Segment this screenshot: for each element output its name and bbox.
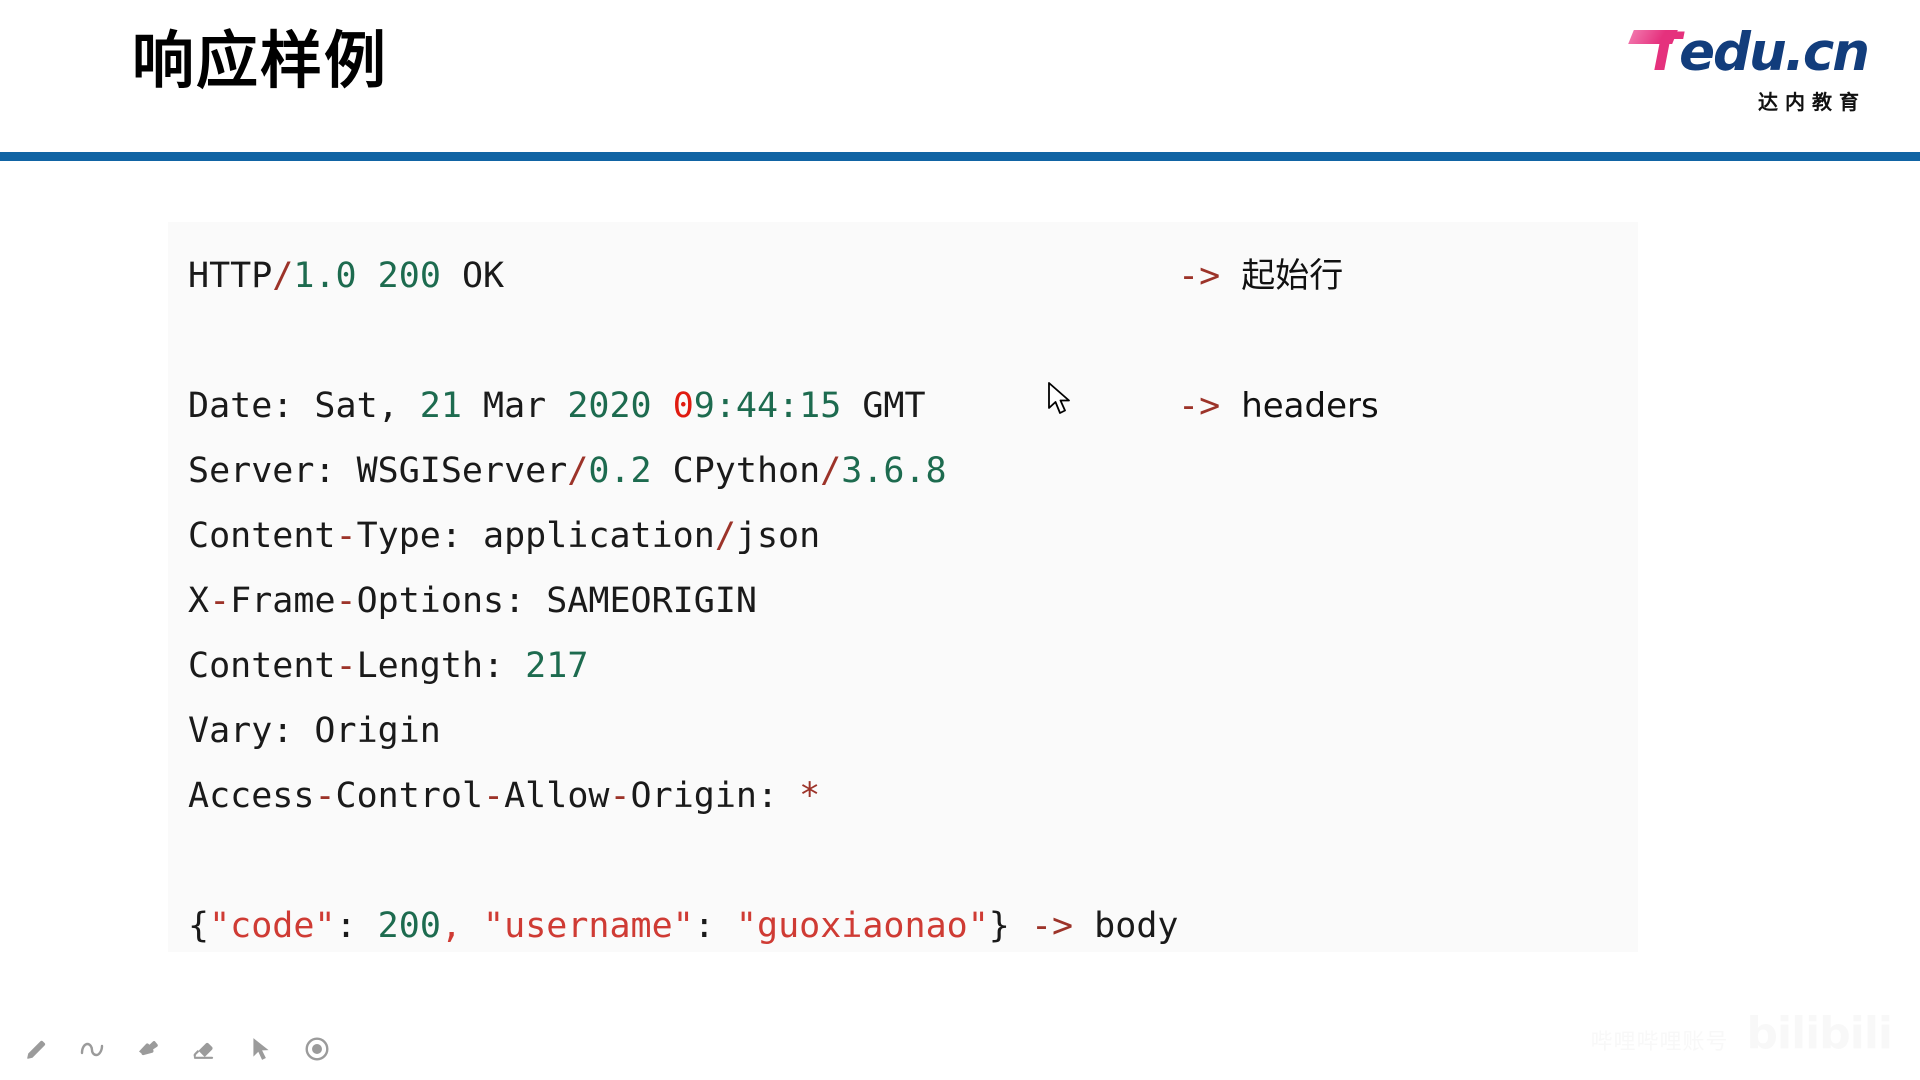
code-token: Mar (461, 386, 568, 426)
code-token: Options: SAMEORIGIN (356, 581, 757, 621)
code-token: / (272, 256, 294, 296)
brand-subtitle: 达内教育 (1758, 90, 1866, 114)
annotation-header-date: -> headers (1178, 374, 1379, 439)
code-token: - (335, 581, 357, 621)
code-line-header-date: Date: Sat, 21 Mar 2020 09:44:15 GMT -> he… (178, 374, 1638, 439)
code-token: 200 (377, 256, 441, 296)
annotation-arrow: -> (1178, 386, 1242, 426)
code-line-header-content-length: Content-Length: 217 (178, 634, 1638, 699)
code-line-header-x-frame-options: X-Frame-Options: SAMEORIGIN (178, 569, 1638, 634)
code-line-blank-1 (178, 309, 1638, 374)
code-token: : (693, 906, 736, 946)
code-line-header-content-type: Content-Type: application/json (178, 504, 1638, 569)
code-line-header-server: Server: WSGIServer/0.2 CPython/3.6.8 (178, 439, 1638, 504)
pointer-icon[interactable] (244, 1032, 278, 1066)
code-token: / (714, 516, 736, 556)
code-token: Length: (356, 646, 526, 686)
brand-wordmark: Tedu.cn (1644, 22, 1870, 83)
code-token: HTTP (188, 256, 273, 296)
record-icon[interactable] (300, 1032, 334, 1066)
code-token: Control (335, 776, 484, 816)
code-token: CPython (651, 451, 821, 491)
code-token: - (609, 776, 631, 816)
response-example-code-panel: HTTP/1.0 200 OK -> 起始行 Date: Sat, 21 Mar 2… (168, 222, 1638, 952)
header-divider-rule (0, 152, 1920, 161)
code-token: X (188, 581, 210, 621)
code-line-status-line: HTTP/1.0 200 OK -> 起始行 (178, 244, 1638, 309)
code-token: "code" (209, 906, 336, 946)
watermark-uid: 哔哩哔哩账号 (1590, 1030, 1729, 1055)
brand-logo-rest: edu.cn (1679, 22, 1870, 83)
code-token: Content (188, 646, 336, 686)
watermark-logo: bilibili (1746, 1008, 1893, 1059)
code-token: 0 (672, 386, 694, 426)
code-token: - (209, 581, 231, 621)
code-token: - (314, 776, 336, 816)
code-token: Server: WSGIServer (188, 451, 568, 491)
code-line-body-json: {"code": 200, "username": "guoxiaonao"} … (178, 894, 1638, 959)
code-token: -> (1030, 906, 1074, 946)
code-token: Date: Sat, (188, 386, 420, 426)
code-line-header-access-control-allow-origin: Access-Control-Allow-Origin: * (178, 764, 1638, 829)
code-token: body (1073, 906, 1179, 946)
annotation-label: 起始行 (1241, 256, 1344, 296)
pencil-icon[interactable] (20, 1032, 54, 1066)
code-token: "guoxiaonao" (735, 906, 989, 946)
code-token: Content (188, 516, 336, 556)
slide-header: 响应样例 Tedu.cn 达内教育 (0, 0, 1920, 155)
code-token: 217 (525, 646, 589, 686)
code-token: - (335, 646, 357, 686)
code-token: 9:44:15 (693, 386, 842, 426)
code-token: 200 (377, 906, 441, 946)
code-token: / (567, 451, 589, 491)
code-token: Origin: (630, 776, 800, 816)
code-token: * (799, 776, 821, 816)
code-token: 0.2 (588, 451, 652, 491)
code-token: Vary: Origin (188, 711, 441, 751)
code-token: : (335, 906, 378, 946)
code-token: - (483, 776, 505, 816)
page-title: 响应样例 (132, 24, 389, 97)
annotation-toolbar[interactable] (10, 1026, 344, 1072)
brand-logo-t: T (1644, 22, 1681, 83)
code-token: Allow (504, 776, 610, 816)
eraser-icon[interactable] (188, 1032, 222, 1066)
annotation-status-line: -> 起始行 (1178, 244, 1343, 309)
code-token: "username" (483, 906, 694, 946)
curve-icon[interactable] (76, 1032, 110, 1066)
code-token: - (335, 516, 357, 556)
bilibili-watermark: 哔哩哔哩账号 bilibili (1590, 1008, 1894, 1059)
annotation-arrow: -> (1178, 256, 1242, 296)
code-token: OK (440, 256, 505, 296)
code-token: / (820, 451, 842, 491)
code-token: GMT (841, 386, 926, 426)
highlighter-icon[interactable] (132, 1032, 166, 1066)
code-token: { (188, 906, 210, 946)
code-token: Frame (230, 581, 336, 621)
code-token: 2020 (567, 386, 652, 426)
code-token: 1.0 (293, 256, 357, 296)
annotation-label: headers (1241, 386, 1379, 426)
code-token: Access (188, 776, 315, 816)
code-area: HTTP/1.0 200 OK -> 起始行 Date: Sat, 21 Mar 2… (178, 244, 1638, 959)
code-token: json (735, 516, 821, 556)
code-token: 21 (419, 386, 462, 426)
code-token: 3.6.8 (841, 451, 947, 491)
code-line-header-vary: Vary: Origin (178, 699, 1638, 764)
code-token: Type: application (356, 516, 715, 556)
code-token: , (440, 906, 462, 946)
code-line-blank-2 (178, 829, 1638, 894)
code-token: } (988, 906, 1010, 946)
brand-logo: Tedu.cn 达内教育 (1608, 22, 1870, 118)
